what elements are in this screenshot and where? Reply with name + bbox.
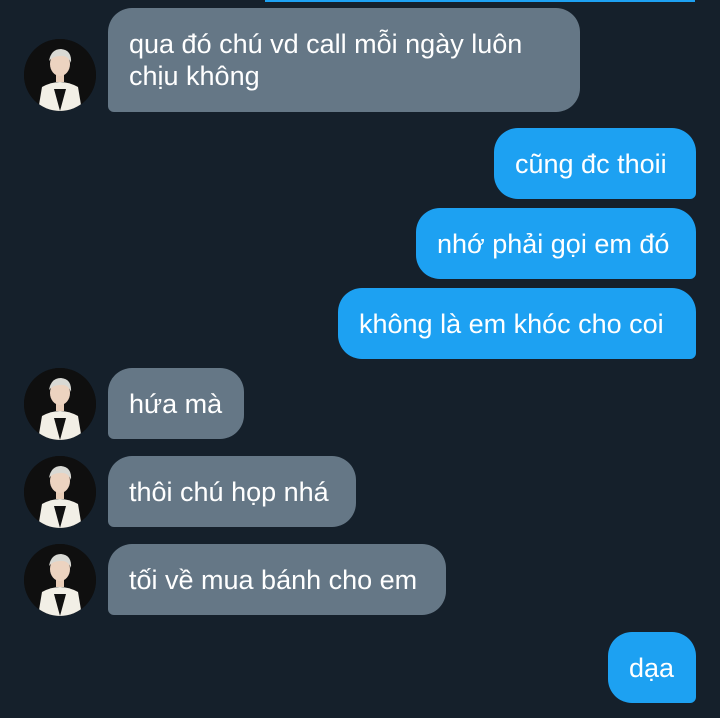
sender-avatar[interactable] <box>24 368 96 440</box>
previous-message-edge <box>265 0 695 2</box>
message-text: tối về mua bánh cho em <box>129 564 418 595</box>
outgoing-message[interactable]: nhớ phải gọi em đó <box>416 208 696 279</box>
message-text: hứa mà <box>129 388 223 419</box>
sender-avatar[interactable] <box>24 544 96 616</box>
message-text: không là em khóc cho coi <box>359 308 664 339</box>
message-text: dạa <box>629 652 675 683</box>
message-text: thôi chú họp nhá <box>129 476 329 507</box>
message-text: cũng đc thoii <box>515 148 667 179</box>
outgoing-message[interactable]: dạa <box>608 632 696 703</box>
message-text: nhớ phải gọi em đó <box>437 228 670 259</box>
chat-thread: qua đó chú vd call mỗi ngày luôn chịu kh… <box>0 0 720 718</box>
sender-avatar[interactable] <box>24 456 96 528</box>
message-text: qua đó chú vd call mỗi ngày luôn chịu kh… <box>129 29 523 91</box>
incoming-message[interactable]: hứa mà <box>108 368 244 439</box>
incoming-message[interactable]: qua đó chú vd call mỗi ngày luôn chịu kh… <box>108 8 580 112</box>
sender-avatar[interactable] <box>24 39 96 111</box>
outgoing-message[interactable]: cũng đc thoii <box>494 128 696 199</box>
incoming-message[interactable]: thôi chú họp nhá <box>108 456 356 527</box>
outgoing-message[interactable]: không là em khóc cho coi <box>338 288 696 359</box>
incoming-message[interactable]: tối về mua bánh cho em <box>108 544 446 615</box>
